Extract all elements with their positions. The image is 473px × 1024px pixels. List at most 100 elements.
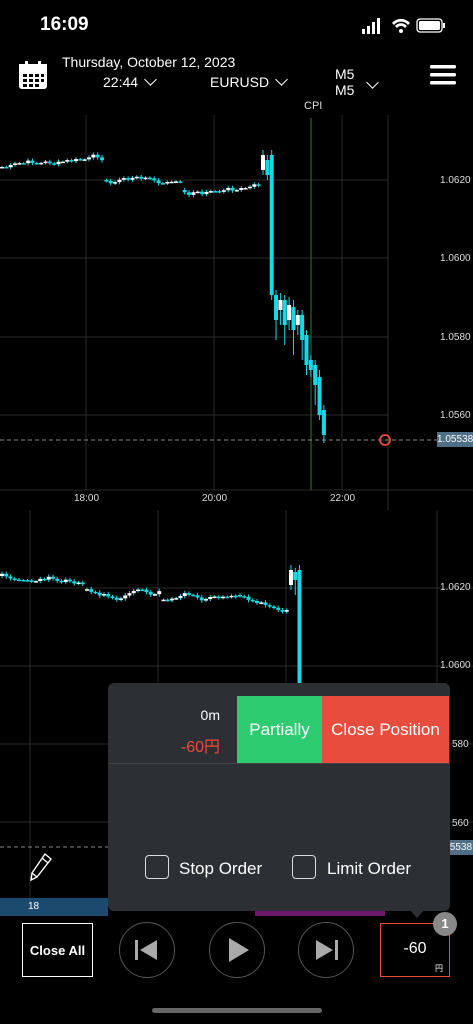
- candle: [256, 184, 261, 186]
- candle: [43, 161, 48, 164]
- timeframe-dropdown[interactable]: M5 M5: [335, 66, 380, 98]
- candle: [143, 177, 148, 180]
- candle: [160, 183, 165, 185]
- candle: [144, 589, 149, 593]
- candle: [313, 365, 318, 385]
- candle: [157, 591, 162, 595]
- candle: [278, 300, 283, 310]
- time-dropdown[interactable]: 22:44: [103, 73, 157, 90]
- skip-back-button[interactable]: [119, 922, 175, 978]
- skip-forward-button[interactable]: [298, 922, 354, 978]
- candle: [182, 190, 187, 193]
- pencil-icon[interactable]: [28, 852, 54, 882]
- home-indicator: [152, 1008, 322, 1013]
- symbol-dropdown[interactable]: EURUSD: [210, 73, 288, 90]
- candle: [46, 576, 51, 580]
- candle: [97, 592, 102, 596]
- candle: [65, 160, 70, 162]
- limit-order-checkbox[interactable]: [292, 855, 316, 879]
- candle: [136, 589, 140, 592]
- price-chart-top[interactable]: [0, 115, 473, 510]
- candle: [127, 593, 132, 596]
- candle: [289, 570, 293, 585]
- candle: [87, 157, 91, 160]
- popup-arrow: [408, 908, 426, 918]
- candle: [239, 188, 244, 190]
- candle: [72, 581, 77, 584]
- position-value: -60: [403, 940, 427, 957]
- candle: [250, 599, 255, 602]
- time-value: 22:44: [103, 74, 139, 90]
- candle: [39, 162, 44, 165]
- candle: [110, 596, 115, 598]
- candle: [321, 410, 326, 435]
- position-count-badge: 1: [433, 912, 457, 936]
- signal-icon: [362, 18, 380, 34]
- candle: [284, 610, 289, 612]
- candle: [21, 580, 26, 582]
- candle: [104, 180, 109, 182]
- close-all-button[interactable]: Close All: [22, 923, 93, 977]
- partially-button[interactable]: Partially: [237, 696, 322, 763]
- time-label: 22:00: [330, 493, 356, 504]
- candle: [76, 582, 81, 585]
- candle: [204, 599, 208, 601]
- price-label: 1.0620: [440, 582, 471, 593]
- chevron-down-icon: [144, 73, 157, 86]
- hamburger-menu-icon[interactable]: [430, 64, 456, 86]
- candle: [51, 576, 55, 579]
- candle: [8, 576, 13, 579]
- time-label: 20:00: [202, 493, 228, 504]
- play-icon: [228, 937, 249, 962]
- candle: [85, 589, 89, 591]
- candle: [208, 596, 213, 600]
- candle: [69, 160, 74, 162]
- candle: [259, 602, 264, 604]
- candle: [82, 159, 87, 161]
- candle: [52, 163, 57, 165]
- price-label: 580: [452, 739, 469, 750]
- candle: [165, 599, 170, 602]
- candle: [282, 300, 287, 325]
- candle: [178, 181, 183, 183]
- candle: [317, 377, 322, 415]
- candle: [148, 592, 153, 595]
- play-button[interactable]: [209, 922, 265, 978]
- candle: [291, 307, 296, 330]
- candle: [191, 594, 196, 597]
- skip-forward-icon: [315, 939, 338, 960]
- candle: [139, 176, 144, 179]
- close-position-button[interactable]: Close Position: [322, 696, 449, 763]
- candle: [12, 578, 17, 580]
- candle: [217, 191, 222, 193]
- candle: [280, 609, 285, 612]
- candle: [21, 163, 26, 165]
- close-position-popup: 0m -60円 Partially Close Position Stop Or…: [108, 683, 450, 911]
- limit-order-label: Limit Order: [327, 859, 412, 878]
- candle: [212, 596, 217, 599]
- candle: [34, 581, 38, 583]
- candle: [213, 191, 218, 193]
- candle: [174, 181, 178, 183]
- candle: [119, 598, 123, 600]
- calendar-icon[interactable]: [18, 60, 48, 90]
- candle: [73, 159, 78, 162]
- candle: [287, 305, 292, 320]
- candle: [199, 597, 204, 601]
- stop-order-checkbox[interactable]: [145, 855, 169, 879]
- price-label: 1.0620: [440, 175, 471, 186]
- candle: [0, 573, 4, 576]
- candle: [195, 191, 200, 194]
- candle: [42, 578, 47, 581]
- candle: [238, 595, 242, 597]
- candle: [243, 188, 248, 190]
- candle: [187, 593, 191, 595]
- candle: [304, 335, 309, 365]
- volume-label: 18: [28, 901, 40, 912]
- candle: [59, 580, 64, 583]
- candle: [242, 596, 247, 598]
- status-icons: [362, 18, 445, 34]
- candle: [230, 187, 235, 191]
- candle: [182, 593, 187, 597]
- candle: [4, 166, 9, 169]
